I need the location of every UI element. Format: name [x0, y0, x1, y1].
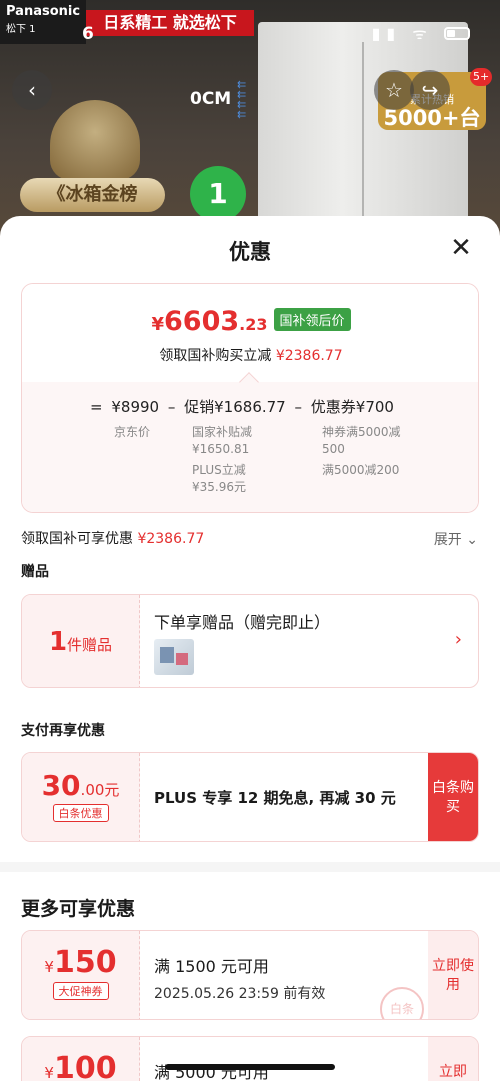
coupon-amount-number: 100: [53, 1051, 117, 1081]
baitiao-buy-button[interactable]: 白条购买: [428, 753, 478, 841]
home-indicator[interactable]: [165, 1064, 335, 1070]
expand-label: 展开: [433, 532, 462, 548]
status-time: 6: [82, 24, 94, 44]
coupon-value: ¥150: [22, 945, 139, 980]
subsidy-amount: ¥2386.77: [275, 348, 343, 364]
use-coupon-button[interactable]: 立即使用: [428, 931, 478, 1019]
payment-offer-amount: 30.00元 白条优惠: [22, 753, 140, 841]
coupon-card: ¥100 满 5000 元可用 立即: [21, 1036, 479, 1081]
promo-detail-2-label: PLUS立减: [192, 463, 246, 477]
promo-detail-1: 国家补贴减 ¥1650.81: [192, 424, 252, 458]
gift-title: 下单享赠品（赠完即止）: [154, 613, 331, 632]
subsidy-line: 领取国补购买立减 ¥2386.77: [22, 345, 478, 365]
use-coupon-button[interactable]: 立即: [428, 1037, 478, 1081]
coupon-amount-number: 150: [53, 945, 117, 980]
formula-minus: –: [167, 398, 176, 416]
share-icon[interactable]: ↪: [410, 70, 450, 110]
payment-offer-card: 30.00元 白条优惠 PLUS 专享 12 期免息, 再减 30 元 白条购买: [21, 752, 479, 842]
price-currency: ¥: [151, 314, 164, 335]
subsidy-prefix: 领取国补购买立减: [159, 348, 272, 364]
promo-detail-2: PLUS立减 ¥35.96元: [192, 462, 246, 496]
price-summary: ¥6603.23 国补领后价 领取国补购买立减 ¥2386.77: [22, 284, 478, 382]
battery-icon: [444, 27, 470, 40]
formula-minus: –: [294, 398, 303, 416]
subsidy-summary-label: 领取国补可享优惠: [21, 531, 133, 547]
coupon-detail-1: 神券满5000减 500: [322, 424, 401, 458]
gift-thumbnail[interactable]: [154, 639, 194, 675]
price-integer: 6603: [164, 306, 240, 337]
coupon-value: ¥100: [22, 1051, 139, 1081]
coupon-type-chip: 大促神券: [52, 982, 109, 1000]
payment-amount: 30.00元: [22, 769, 139, 802]
promo-detail-1-label: 国家补贴减: [192, 425, 253, 439]
section-divider: [0, 862, 500, 872]
sheet-title: 优惠: [229, 240, 271, 264]
coupon-currency: ¥: [44, 958, 54, 976]
payment-offer-text: PLUS 专享 12 期免息, 再减 30 元: [154, 789, 396, 807]
price-decimal: .23: [239, 315, 268, 334]
gift-count-number: 1: [48, 627, 68, 657]
price-breakdown-card: ¥6603.23 国补领后价 领取国补购买立减 ¥2386.77 = ¥8990 …: [21, 283, 479, 513]
gift-card[interactable]: 1件赠品 下单享赠品（赠完即止） ›: [21, 594, 479, 688]
promo-detail-1-value: ¥1650.81: [192, 442, 250, 456]
close-icon[interactable]: ✕: [446, 234, 476, 264]
price-formula-area: = ¥8990 – 促销¥1686.77 – 优惠券¥700 京东价 国家补贴减…: [22, 382, 478, 512]
award-badge: 《冰箱金榜: [20, 178, 165, 212]
more-offers-title: 更多可享优惠: [21, 898, 136, 920]
coupon-detail-2: 满5000减200: [322, 463, 400, 477]
subsidy-price-tag: 国补领后价: [273, 308, 351, 331]
payment-section-title: 支付再享优惠: [21, 723, 105, 739]
gift-count: 1件赠品: [22, 595, 140, 687]
final-price: ¥6603.23 国补领后价: [22, 306, 478, 337]
subsidy-summary: 领取国补可享优惠 ¥2386.77: [21, 528, 204, 548]
promo-detail-2-value: ¥35.96元: [192, 480, 246, 494]
payment-amount-big: 30: [41, 769, 81, 802]
coupon-amount: ¥100: [22, 1037, 140, 1081]
subsidy-summary-amount: ¥2386.77: [137, 531, 205, 547]
price-formula: = ¥8990 – 促销¥1686.77 – 优惠券¥700: [90, 396, 398, 417]
arrow-icons: ⇇ ⇇ ⇇ ⇇: [237, 78, 247, 121]
chevron-down-icon: ⌄: [466, 532, 478, 548]
formula-promo: 促销¥1686.77: [184, 398, 286, 416]
expand-button[interactable]: 展开 ⌄: [434, 529, 478, 549]
baitiao-stamp: 白条: [380, 987, 424, 1019]
favorite-star-icon[interactable]: ☆: [374, 70, 414, 110]
back-button[interactable]: ‹: [12, 70, 52, 110]
energy-label-icon: 1: [190, 166, 246, 222]
ocm-label: 0CM: [190, 89, 232, 109]
formula-jd-price: ¥8990: [111, 398, 160, 416]
coupon-card: ¥150 大促神券 满 1500 元可用 2025.05.26 23:59 前有…: [21, 930, 479, 1020]
discount-sheet: 优惠 ✕ ¥6603.23 国补领后价 领取国补购买立减 ¥2386.77 = ¥…: [0, 216, 500, 1081]
coupon-amount: ¥150 大促神券: [22, 931, 140, 1019]
coupon-detail-1-value: 500: [322, 442, 345, 456]
status-icons: ▮▮ ᯤ: [372, 22, 470, 44]
baitiao-chip: 白条优惠: [52, 804, 109, 822]
coupon-condition: 满 5000 元可用: [154, 1063, 269, 1081]
notification-badge: 5+: [470, 68, 493, 86]
payment-amount-small: .00元: [80, 781, 120, 799]
coupon-currency: ¥: [44, 1064, 54, 1081]
trophy-icon: [50, 100, 140, 180]
coupon-condition: 满 1500 元可用: [154, 957, 269, 976]
jd-price-label: 京东价: [114, 425, 151, 439]
chevron-right-icon[interactable]: ›: [455, 629, 462, 650]
gift-count-unit: 件赠品: [67, 636, 113, 654]
formula-coupon: 优惠券¥700: [310, 398, 394, 416]
gift-section-title: 赠品: [21, 564, 49, 580]
coupon-detail-1-label: 神券满5000减: [322, 425, 401, 439]
coupon-expiry: 2025.05.26 23:59 前有效: [154, 986, 326, 1002]
formula-equals: =: [90, 398, 103, 416]
status-bar: 6 ▮▮ ᯤ: [0, 0, 500, 44]
